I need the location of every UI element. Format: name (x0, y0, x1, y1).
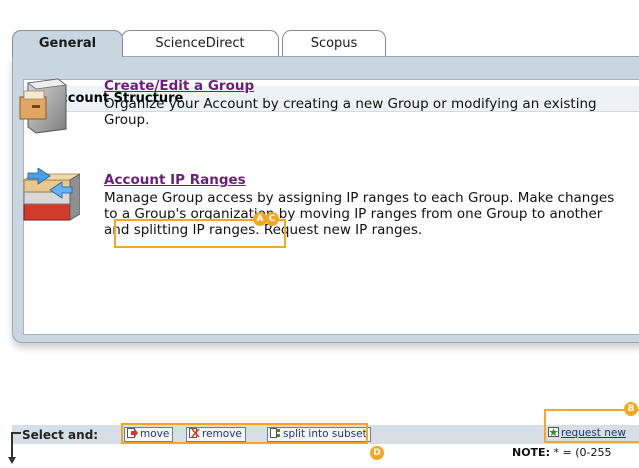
badge-b: B (624, 402, 638, 416)
note-label: NOTE: (512, 446, 550, 459)
move-remove-split-highlight (121, 423, 368, 444)
down-arrow-icon (8, 457, 16, 464)
tab-sciencedirect[interactable]: ScienceDirect (121, 30, 279, 57)
create-edit-group-link[interactable]: Create/Edit a Group (104, 78, 254, 94)
select-and-label: Select and: (22, 428, 99, 442)
file-cabinet-icon (19, 78, 68, 134)
create-edit-group-description: Organize your Account by creating a new … (104, 96, 597, 128)
request-new-highlight (544, 409, 639, 443)
tab-general[interactable]: General (12, 30, 123, 57)
note-text: NOTE: * = (0-255 (512, 446, 611, 459)
tab-scopus[interactable]: Scopus (282, 30, 386, 57)
badge-d: D (370, 446, 384, 460)
stacked-blocks-arrows-icon (22, 168, 80, 221)
account-ip-ranges-link[interactable]: Account IP Ranges (104, 172, 246, 188)
note-value: * = (0-255 (549, 446, 612, 459)
tab-bar: General ScienceDirect Scopus (0, 0, 639, 57)
badge-c: C (265, 212, 279, 226)
